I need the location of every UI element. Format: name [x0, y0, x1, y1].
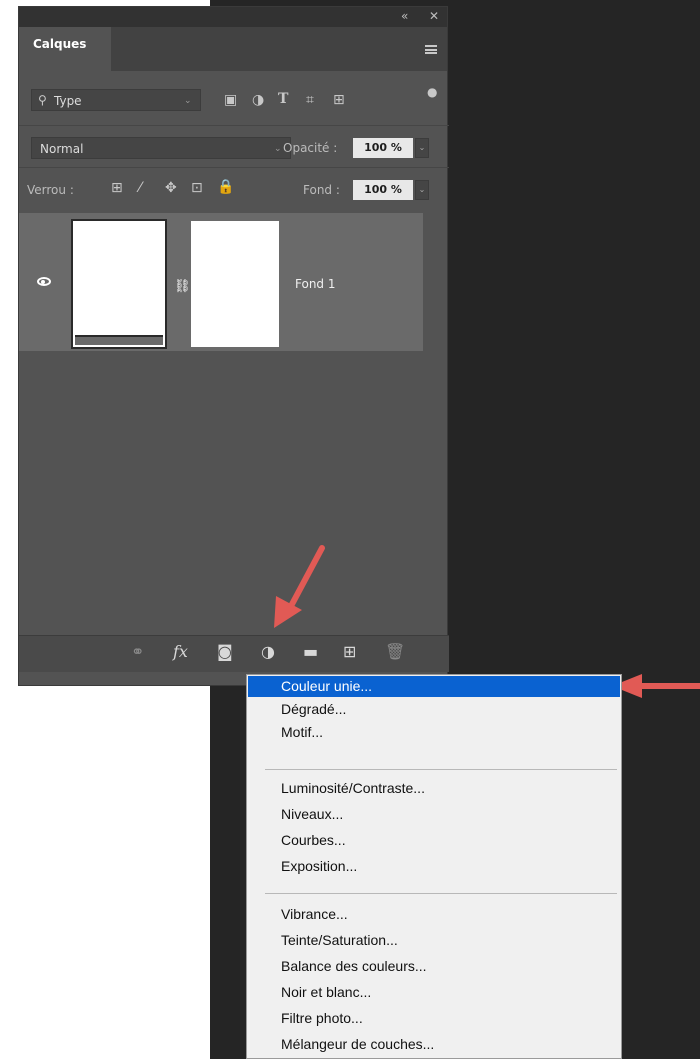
lock-all-icon[interactable]: 🔒	[217, 180, 234, 194]
panel-menu-icon[interactable]	[425, 45, 437, 54]
adjustment-layer-icon[interactable]: ◑	[261, 644, 275, 660]
menu-separator	[265, 893, 617, 894]
blend-mode-value: Normal	[40, 142, 84, 156]
menu-item-vibrance[interactable]: Vibrance...	[248, 904, 620, 925]
menu-item-channel-mixer[interactable]: Mélangeur de couches...	[248, 1034, 620, 1055]
panel-bottom-bar: ⚭ fx ◙ ◑ ▬ ⊞ 🗑	[19, 635, 449, 672]
type-layer-filter-icon[interactable]: T	[278, 92, 288, 106]
menu-item-photo-filter[interactable]: Filtre photo...	[248, 1008, 620, 1029]
fill-label: Fond :	[303, 183, 340, 197]
menu-item-color-balance[interactable]: Balance des couleurs...	[248, 956, 620, 977]
chain-link-icon[interactable]: ⛓	[174, 279, 191, 294]
layer-name[interactable]: Fond 1	[295, 277, 336, 291]
blend-mode-select[interactable]: Normal ⌄	[31, 137, 291, 159]
link-layers-icon[interactable]: ⚭	[131, 644, 144, 660]
lock-image-pixels-icon[interactable]: ⁄	[139, 181, 141, 195]
collapse-icon[interactable]: «	[401, 9, 408, 23]
adjustment-layer-filter-icon[interactable]: ◑	[252, 93, 264, 107]
adjustment-layer-menu: Couleur unie... Dégradé... Motif... Lumi…	[246, 674, 622, 1059]
thumbnail-stripe	[75, 335, 163, 345]
opacity-input[interactable]: 100 %	[353, 138, 413, 158]
lock-transparent-pixels-icon[interactable]: ⊞	[111, 181, 123, 195]
menu-item-solid-color[interactable]: Couleur unie...	[248, 676, 620, 697]
smart-object-filter-icon[interactable]: ⊞	[333, 93, 345, 107]
layer-mask-thumbnail[interactable]	[191, 221, 279, 347]
menu-item-levels[interactable]: Niveaux...	[248, 804, 620, 825]
menu-item-curves[interactable]: Courbes...	[248, 830, 620, 851]
panel-titlebar: « ✕	[19, 7, 447, 27]
fill-slider-toggle[interactable]: ⌄	[415, 180, 429, 200]
close-icon[interactable]: ✕	[429, 9, 439, 23]
opacity-label: Opacité :	[283, 141, 338, 155]
adjustment-thumbnail[interactable]	[71, 219, 167, 349]
divider	[19, 167, 449, 168]
menu-item-hue-saturation[interactable]: Teinte/Saturation...	[248, 930, 620, 951]
menu-item-black-white[interactable]: Noir et blanc...	[248, 982, 620, 1003]
lock-label: Verrou :	[27, 183, 74, 197]
menu-item-exposure[interactable]: Exposition...	[248, 856, 620, 877]
new-layer-icon[interactable]: ⊞	[343, 644, 356, 660]
tab-calques[interactable]: Calques	[19, 27, 111, 71]
trash-icon[interactable]: 🗑	[385, 644, 405, 660]
panel-tab-row: Calques	[19, 27, 447, 71]
lock-position-icon[interactable]: ✥	[165, 181, 177, 195]
lock-artboard-icon[interactable]: ⊡	[191, 181, 203, 195]
chevron-down-icon: ⌄	[184, 96, 192, 106]
opacity-slider-toggle[interactable]: ⌄	[415, 138, 429, 158]
add-mask-icon[interactable]: ◙	[217, 644, 233, 660]
shape-layer-filter-icon[interactable]: ⌗	[306, 93, 314, 107]
divider	[19, 125, 449, 126]
visibility-eye-icon[interactable]	[37, 277, 51, 286]
menu-item-brightness-contrast[interactable]: Luminosité/Contraste...	[248, 778, 620, 799]
filter-type-label: Type	[54, 94, 82, 108]
menu-item-pattern[interactable]: Motif...	[248, 722, 620, 743]
fill-input[interactable]: 100 %	[353, 180, 413, 200]
pixel-layer-filter-icon[interactable]: ▣	[224, 93, 237, 107]
new-group-folder-icon[interactable]: ▬	[303, 644, 318, 660]
menu-item-gradient[interactable]: Dégradé...	[248, 699, 620, 720]
filter-type-select[interactable]: ⚲ Type ⌄	[31, 89, 201, 111]
layers-panel: « ✕ Calques ⚲ Type ⌄ ▣ ◑ T ⌗ ⊞ ● Normal …	[18, 6, 449, 686]
menu-separator	[265, 769, 617, 770]
fx-icon[interactable]: fx	[173, 644, 188, 660]
search-icon: ⚲	[38, 93, 47, 107]
filter-toggle-icon[interactable]: ●	[427, 85, 437, 99]
chevron-down-icon: ⌄	[274, 144, 282, 154]
